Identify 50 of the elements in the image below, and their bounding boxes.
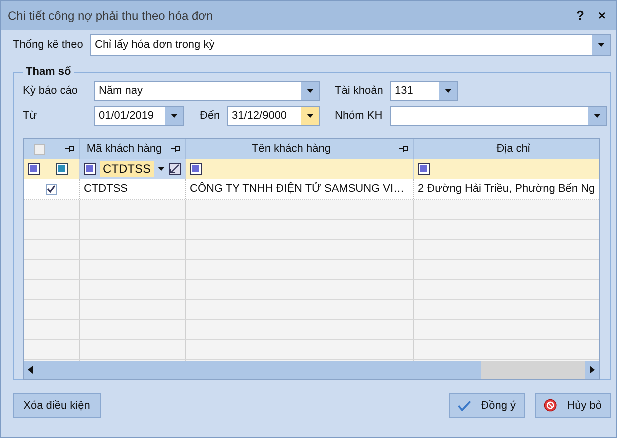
dropdown-button[interactable] — [165, 107, 183, 125]
caret-icon — [158, 167, 165, 171]
date-field[interactable]: 01/01/2019 — [94, 106, 184, 126]
filter-operator-icon — [84, 163, 96, 175]
group-title: Tham số — [25, 66, 72, 78]
caret-icon — [598, 43, 604, 47]
ok-button[interactable]: Đồng ý — [449, 393, 525, 418]
caret-icon — [306, 89, 314, 93]
select-all-checkbox[interactable] — [34, 144, 45, 154]
clear-conditions-button[interactable]: Xóa điều kiện — [13, 393, 101, 418]
caret-icon — [594, 114, 600, 118]
pin-icon — [65, 145, 75, 153]
filter-operator-icon — [418, 163, 430, 175]
dropdown-button[interactable] — [588, 107, 606, 125]
filter-operator-icon — [28, 163, 40, 175]
dropdown-button[interactable] — [592, 35, 610, 55]
window-title: Chi tiết công nợ phải thu theo hóa đơn — [8, 8, 214, 22]
report-period-dropdown[interactable]: Năm nay — [94, 81, 320, 101]
filter-operator-icon — [56, 163, 68, 175]
field-label: Từ — [23, 110, 38, 122]
table-cell: CTDTSS — [84, 183, 128, 195]
help-button[interactable]: ? — [574, 8, 586, 23]
statistics-dropdown[interactable]: Chỉ lấy hóa đơn trong kỳ — [90, 34, 611, 56]
column-header[interactable]: Mã khách hàng — [84, 143, 165, 155]
dropdown-button[interactable] — [301, 107, 319, 125]
filter-operator-icon — [190, 163, 202, 175]
field-label: Thống kê theo — [13, 39, 84, 51]
prohibited-icon — [544, 397, 558, 414]
caret-icon — [170, 114, 178, 118]
filter-value-field[interactable]: CTDTSS — [100, 161, 154, 177]
close-button[interactable]: × — [596, 8, 608, 23]
field-label: Kỳ báo cáo — [23, 85, 80, 97]
field-label: Nhóm KH — [335, 110, 384, 122]
row-checkbox[interactable] — [46, 184, 57, 194]
dropdown-button[interactable] — [301, 82, 319, 100]
column-header[interactable]: Địa chỉ — [418, 143, 599, 155]
caret-icon — [444, 89, 452, 93]
dropdown-button[interactable] — [439, 82, 457, 100]
field-label: Tài khoản — [335, 85, 384, 97]
account-dropdown[interactable]: 131 — [390, 81, 458, 101]
caret-icon — [306, 114, 314, 118]
table-cell: CÔNG TY TNHH ĐIỆN TỬ SAMSUNG VI… — [190, 183, 405, 195]
cancel-button[interactable]: Hủy bỏ — [535, 393, 611, 418]
horizontal-scrollbar[interactable] — [24, 361, 599, 379]
column-header[interactable]: Tên khách hàng — [190, 143, 393, 155]
check-icon — [47, 185, 56, 193]
field-label: Đến — [200, 110, 222, 122]
clear-filter-icon — [169, 163, 181, 175]
date-field[interactable]: 31/12/9000 — [227, 106, 320, 126]
table-cell: 2 Đường Hải Triều, Phường Bến Ng — [418, 183, 596, 195]
